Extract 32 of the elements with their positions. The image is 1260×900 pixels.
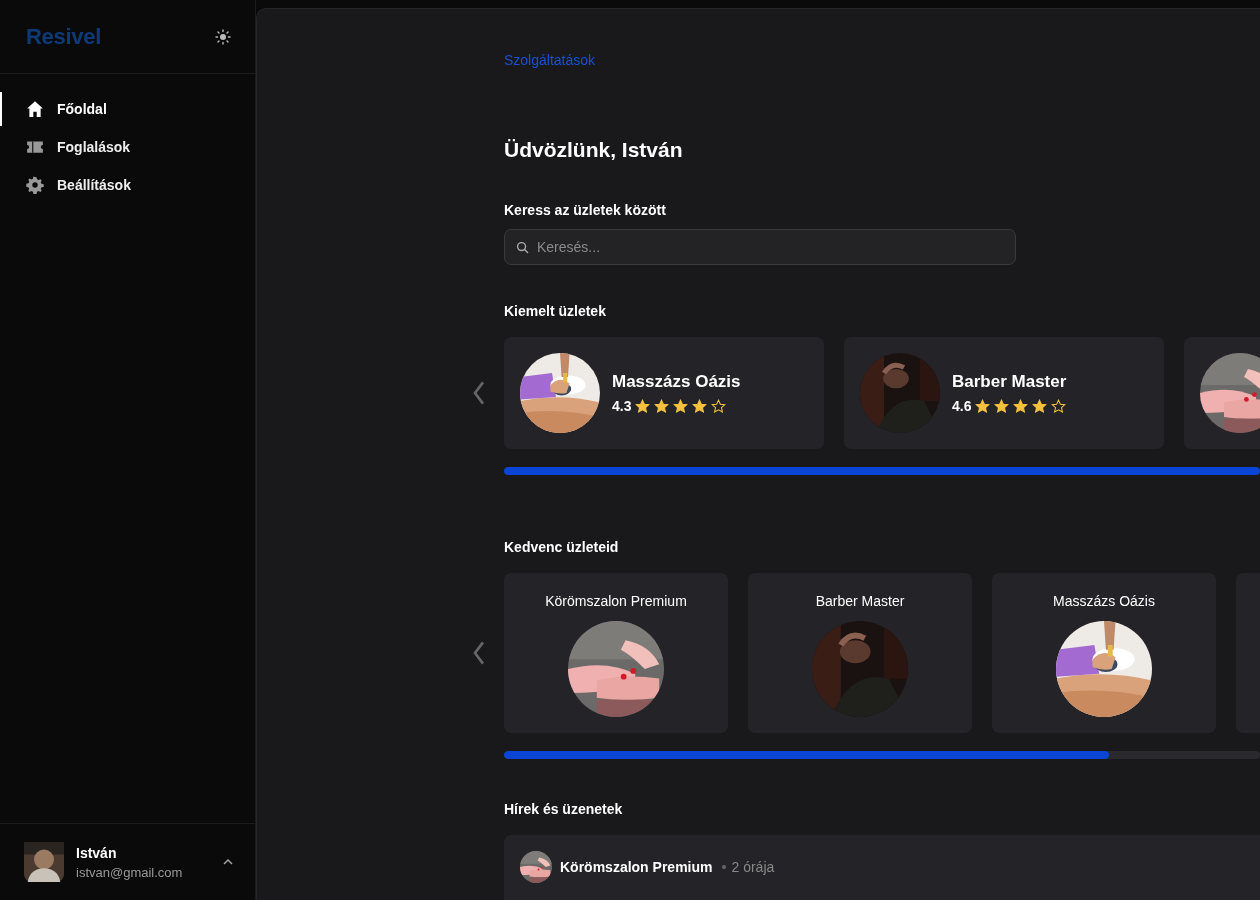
- shop-name: Körömszalon Premium: [560, 859, 713, 875]
- rating-value: 4.6: [952, 398, 972, 414]
- rating-value: 4.3: [612, 398, 632, 414]
- shop-name: Masszázs Oázis: [612, 372, 741, 392]
- theme-toggle-icon[interactable]: [215, 28, 231, 45]
- chevron-up-icon[interactable]: [223, 859, 233, 865]
- shop-card[interactable]: Barber Master: [748, 573, 972, 733]
- shop-card[interactable]: Masszázs Oázis 4.3: [504, 337, 824, 449]
- shop-name: Barber Master: [815, 593, 905, 609]
- separator-dot-icon: [722, 865, 727, 869]
- ticket-icon: [26, 138, 44, 156]
- section-heading: Keress az üzletek között: [504, 201, 667, 219]
- section-heading: Hírek és üzenetek: [504, 800, 624, 818]
- nav-item[interactable]: Beállítások: [0, 168, 255, 202]
- shop-card[interactable]: Barber Master 4.6: [844, 337, 1164, 449]
- home-icon: [26, 100, 44, 118]
- nav-item[interactable]: Foglalások: [0, 130, 255, 164]
- settings-icon: [26, 176, 44, 194]
- section-heading: Kedvenc üzleteid: [504, 538, 620, 556]
- section-heading: Kiemelt üzletek: [504, 302, 607, 320]
- shop-name: Masszázs Oázis: [1053, 593, 1155, 609]
- shop-card[interactable]: Körömszalon Premium: [504, 573, 728, 733]
- user-name: István: [76, 844, 118, 861]
- search-icon: [516, 241, 529, 254]
- search-field[interactable]: Keresés...: [504, 229, 1016, 265]
- post-time: 2 órája: [731, 859, 775, 875]
- shop-card[interactable]: Masszázs Oázis: [992, 573, 1216, 733]
- user-avatar[interactable]: [24, 842, 64, 882]
- shop-name: Barber Master: [952, 372, 1067, 392]
- shop-name: Körömszalon Premium: [545, 593, 687, 609]
- greeting-heading: Üdvözlünk, István: [504, 137, 684, 163]
- user-email: istvan@gmail.com: [76, 864, 184, 880]
